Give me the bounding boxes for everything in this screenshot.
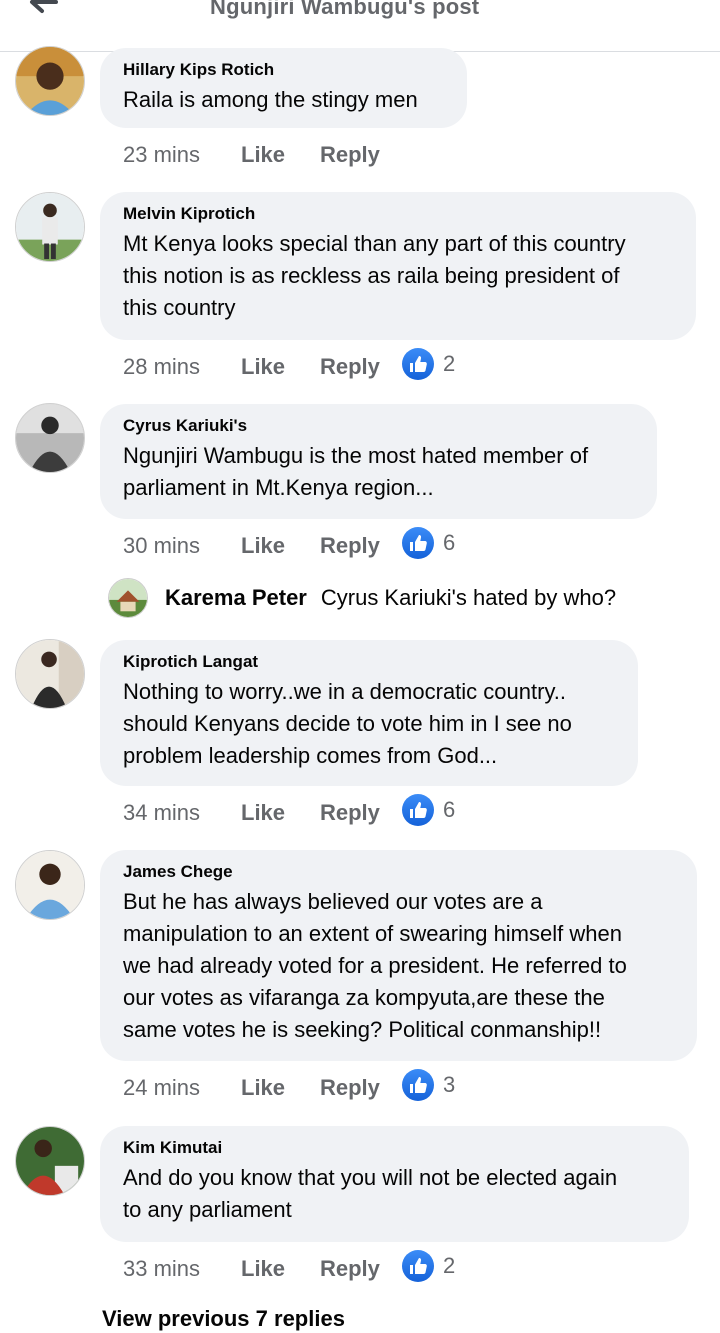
comment-bubble[interactable]: Melvin Kiprotich Mt Kenya looks special … — [100, 192, 696, 340]
like-button[interactable]: Like — [241, 1256, 320, 1282]
reaction-count: 2 — [443, 351, 456, 376]
view-previous-replies-link[interactable]: View previous 7 replies — [102, 1306, 345, 1332]
comment-actions: 33 mins Like Reply 2 — [123, 1250, 455, 1285]
comment-bubble[interactable]: Cyrus Kariuki's Ngunjiri Wambugu is the … — [100, 404, 657, 519]
comment-text: Mt Kenya looks special than any part of … — [123, 231, 626, 320]
comment-text: But he has always believed our votes are… — [123, 889, 627, 1042]
comment-time[interactable]: 24 mins — [123, 1075, 241, 1101]
like-button[interactable]: Like — [241, 354, 320, 380]
reaction-count: 6 — [443, 530, 456, 555]
comment-author[interactable]: Melvin Kiprotich — [123, 203, 672, 225]
avatar[interactable] — [15, 46, 85, 116]
comment-text: Ngunjiri Wambugu is the most hated membe… — [123, 443, 589, 500]
reaction-summary[interactable]: 2 — [402, 348, 455, 380]
thumbs-up-icon — [402, 794, 434, 826]
avatar[interactable] — [15, 192, 85, 262]
reaction-count: 6 — [443, 797, 456, 822]
reply-preview[interactable]: Karema Peter Cyrus Kariuki's hated by wh… — [108, 578, 616, 618]
like-button[interactable]: Like — [241, 142, 320, 168]
avatar[interactable] — [15, 850, 85, 920]
reply-button[interactable]: Reply — [320, 1075, 402, 1101]
reaction-count: 2 — [443, 1253, 456, 1278]
reaction-summary[interactable]: 2 — [402, 1250, 455, 1282]
comment-time[interactable]: 23 mins — [123, 142, 241, 168]
thumbs-up-icon — [402, 1250, 434, 1282]
comment-actions: 24 mins Like Reply 3 — [123, 1069, 455, 1104]
post-header: Ngunjiri Wambugu's post — [0, 0, 720, 52]
thumbs-up-icon — [402, 1069, 434, 1101]
thumbs-up-icon — [402, 527, 434, 559]
avatar[interactable] — [108, 578, 148, 618]
comment-author[interactable]: Kim Kimutai — [123, 1137, 665, 1159]
avatar[interactable] — [15, 639, 85, 709]
comment-text: And do you know that you will not be ele… — [123, 1165, 618, 1222]
comment-actions: 30 mins Like Reply 6 — [123, 527, 455, 562]
avatar[interactable] — [15, 1126, 85, 1196]
reaction-count: 3 — [443, 1072, 456, 1097]
comment-actions: 23 mins Like Reply — [123, 139, 402, 171]
post-title: Ngunjiri Wambugu's post — [210, 0, 480, 19]
comment-author[interactable]: Kiprotich Langat — [123, 651, 614, 673]
reaction-summary[interactable]: 3 — [402, 1069, 455, 1101]
comment-actions: 34 mins Like Reply 6 — [123, 794, 455, 829]
comment-time[interactable]: 34 mins — [123, 800, 241, 826]
reply-button[interactable]: Reply — [320, 800, 402, 826]
comment-actions: 28 mins Like Reply 2 — [123, 348, 455, 383]
comment-bubble[interactable]: Hillary Kips Rotich Raila is among the s… — [100, 48, 467, 128]
reply-author[interactable]: Karema Peter — [165, 585, 307, 611]
comment-time[interactable]: 30 mins — [123, 533, 241, 559]
comment-time[interactable]: 28 mins — [123, 354, 241, 380]
reaction-summary[interactable]: 6 — [402, 527, 455, 559]
back-arrow-icon[interactable] — [26, 0, 58, 22]
comment-bubble[interactable]: Kim Kimutai And do you know that you wil… — [100, 1126, 689, 1242]
reply-text: Cyrus Kariuki's hated by who? — [320, 585, 617, 610]
comment-bubble[interactable]: James Chege But he has always believed o… — [100, 850, 697, 1061]
reaction-summary[interactable]: 6 — [402, 794, 455, 826]
comment-text: Raila is among the stingy men — [123, 87, 418, 112]
like-button[interactable]: Like — [241, 800, 320, 826]
like-button[interactable]: Like — [241, 533, 320, 559]
like-button[interactable]: Like — [241, 1075, 320, 1101]
thumbs-up-icon — [402, 348, 434, 380]
reply-button[interactable]: Reply — [320, 142, 402, 168]
reply-button[interactable]: Reply — [320, 354, 402, 380]
comment-text: Nothing to worry..we in a democratic cou… — [123, 679, 572, 768]
reply-button[interactable]: Reply — [320, 533, 402, 559]
comment-author[interactable]: Hillary Kips Rotich — [123, 59, 443, 81]
comment-author[interactable]: James Chege — [123, 861, 673, 883]
comment-time[interactable]: 33 mins — [123, 1256, 241, 1282]
reply-button[interactable]: Reply — [320, 1256, 402, 1282]
comment-bubble[interactable]: Kiprotich Langat Nothing to worry..we in… — [100, 640, 638, 786]
comment-author[interactable]: Cyrus Kariuki's — [123, 415, 633, 437]
avatar[interactable] — [15, 403, 85, 473]
